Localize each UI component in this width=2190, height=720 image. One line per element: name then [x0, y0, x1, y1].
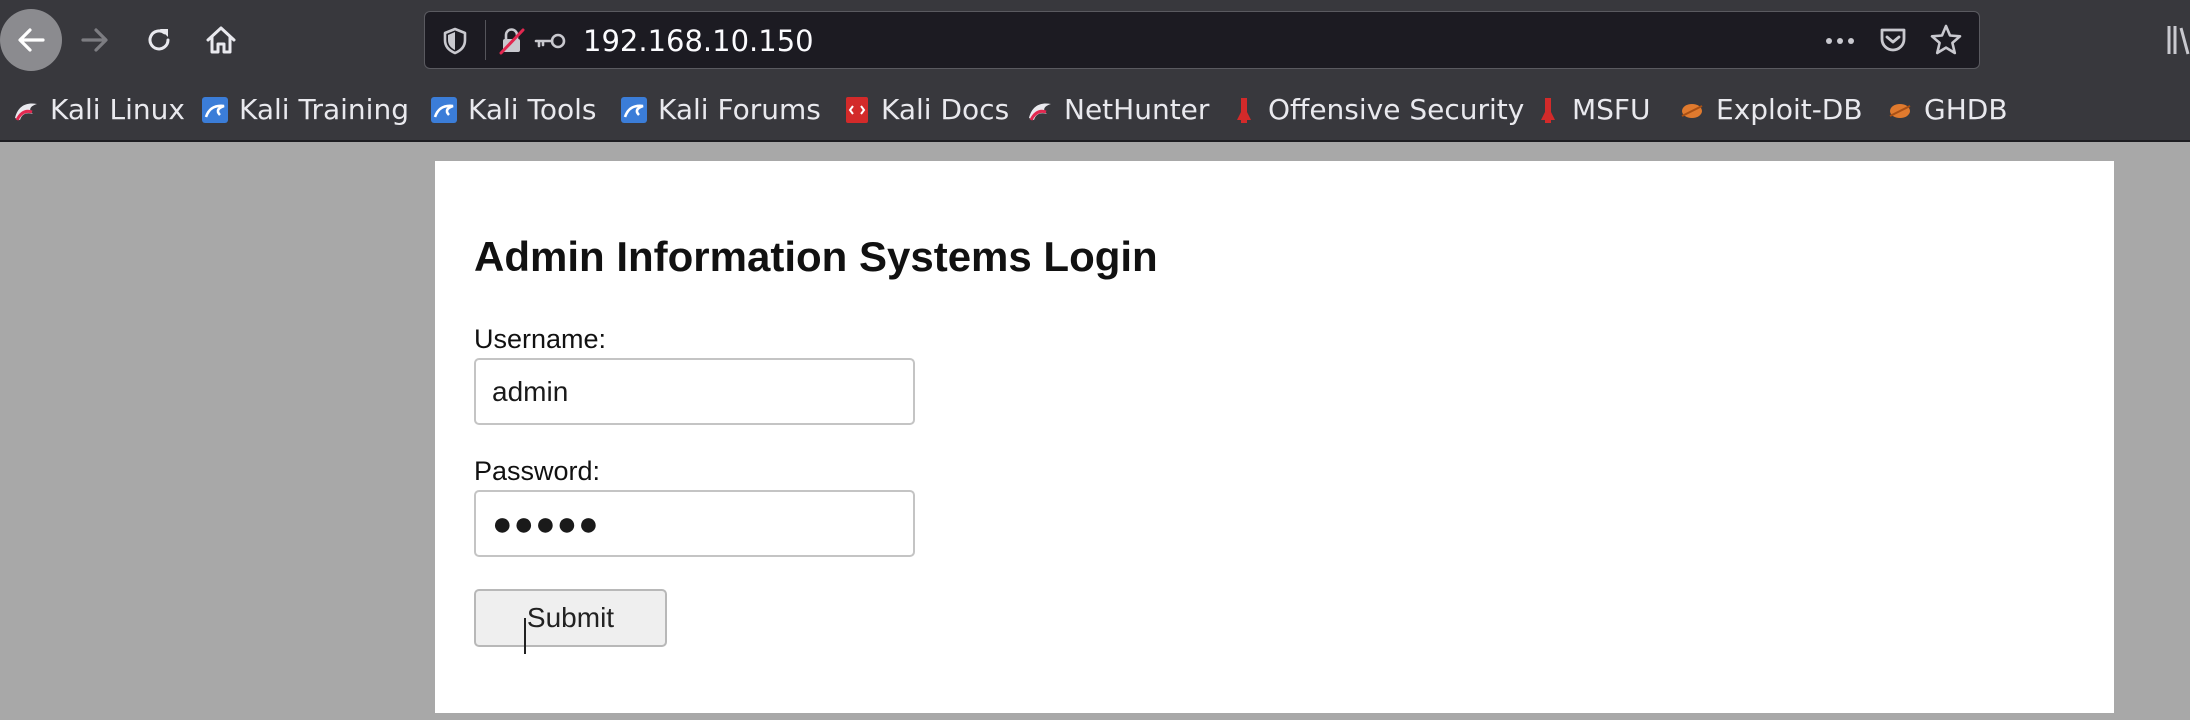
url-separator [485, 20, 486, 60]
key-icon[interactable] [533, 28, 569, 54]
page-title: Admin Information Systems Login [474, 233, 1158, 280]
bookmark-label: NetHunter [1064, 93, 1210, 126]
bookmark-exploit-db[interactable]: Exploit-DB [1678, 92, 1863, 128]
bookmarks-toolbar: Kali Linux Kali Training Kali Tools Kali… [0, 82, 2190, 142]
password-label: Password: [474, 456, 601, 486]
navigation-toolbar: 192.168.10.150 [0, 0, 2190, 82]
kali-training-icon [201, 96, 229, 124]
url-bar[interactable]: 192.168.10.150 [424, 11, 1980, 69]
forward-button[interactable] [64, 9, 126, 71]
bookmark-label: GHDB [1924, 93, 2008, 126]
bookmark-ghdb[interactable]: GHDB [1886, 92, 2008, 128]
bookmark-offensive-security[interactable]: Offensive Security [1230, 92, 1524, 128]
bookmark-label: Kali Docs [881, 93, 1010, 126]
nethunter-icon [1026, 96, 1054, 124]
home-button[interactable] [190, 9, 252, 71]
password-input[interactable]: ●●●●● [474, 490, 915, 557]
home-icon [206, 26, 236, 54]
kali-dragon-icon [12, 96, 40, 124]
bookmark-kali-tools[interactable]: Kali Tools [430, 92, 596, 128]
bookmark-label: Kali Linux [50, 93, 185, 126]
back-arrow-icon [18, 28, 45, 52]
back-button[interactable] [0, 9, 62, 71]
offsec-icon [1230, 96, 1258, 124]
submit-button[interactable]: Submit [474, 589, 667, 647]
library-icon[interactable] [2166, 24, 2190, 56]
kali-tools-icon [430, 96, 458, 124]
forward-arrow-icon [81, 28, 108, 52]
text-cursor [524, 618, 526, 654]
bookmark-kali-docs[interactable]: Kali Docs [843, 92, 1009, 128]
ghdb-icon [1886, 96, 1914, 124]
username-label: Username: [474, 324, 607, 354]
bookmark-kali-training[interactable]: Kali Training [201, 92, 409, 128]
bookmark-label: Offensive Security [1268, 93, 1525, 126]
login-panel: Admin Information Systems Login Username… [435, 161, 2114, 713]
bookmark-nethunter[interactable]: NetHunter [1026, 92, 1209, 128]
more-actions-icon[interactable] [1823, 26, 1857, 56]
bookmark-star-icon[interactable] [1929, 23, 1963, 57]
exploit-db-icon [1678, 96, 1706, 124]
shield-icon[interactable] [441, 26, 469, 56]
bookmark-kali-linux[interactable]: Kali Linux [12, 92, 185, 128]
bookmark-label: Exploit-DB [1716, 93, 1863, 126]
url-text[interactable]: 192.168.10.150 [583, 24, 814, 58]
kali-docs-icon [843, 96, 871, 124]
reload-button[interactable] [128, 9, 190, 71]
bookmark-label: MSFU [1572, 93, 1651, 126]
kali-forums-icon [620, 96, 648, 124]
insecure-lock-icon[interactable] [497, 26, 527, 56]
reload-icon [148, 29, 170, 51]
pocket-icon[interactable] [1877, 24, 1909, 56]
bookmark-label: Kali Tools [468, 93, 597, 126]
bookmark-label: Kali Training [239, 93, 409, 126]
bookmark-label: Kali Forums [658, 93, 821, 126]
bookmark-msfu[interactable]: MSFU [1534, 92, 1651, 128]
username-input[interactable] [474, 358, 915, 425]
bookmark-kali-forums[interactable]: Kali Forums [620, 92, 821, 128]
msfu-icon [1534, 96, 1562, 124]
